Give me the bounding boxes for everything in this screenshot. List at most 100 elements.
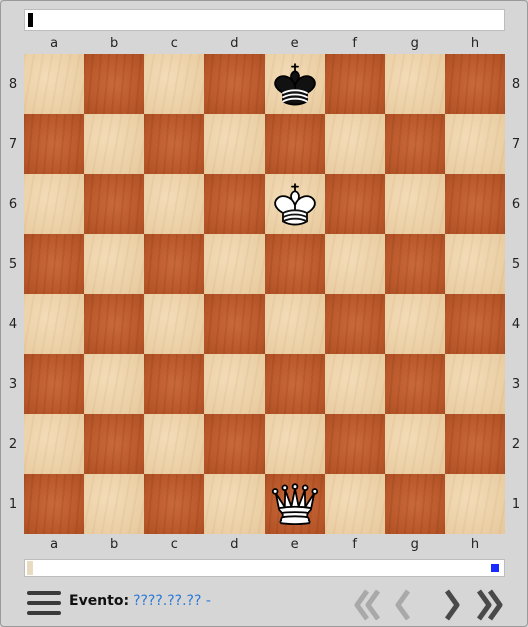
square-g7[interactable] xyxy=(384,114,445,174)
square-f4[interactable] xyxy=(324,294,385,354)
square-d2[interactable] xyxy=(204,414,265,474)
side-to-move-indicator xyxy=(491,564,499,572)
rank-label: 4 xyxy=(8,316,18,332)
square-f3[interactable] xyxy=(324,354,385,414)
square-g1[interactable] xyxy=(384,474,445,534)
rank-label: 5 xyxy=(8,256,18,272)
square-h3[interactable] xyxy=(444,354,505,414)
square-f6[interactable] xyxy=(324,174,385,234)
rank-label: 3 xyxy=(8,376,18,392)
file-label: f xyxy=(352,36,357,51)
square-c8[interactable] xyxy=(144,54,205,114)
square-h5[interactable] xyxy=(444,234,505,294)
square-b7[interactable] xyxy=(84,114,145,174)
square-e6[interactable] xyxy=(264,174,325,234)
square-d3[interactable] xyxy=(204,354,265,414)
file-labels-top: a b c d e f g h xyxy=(24,35,505,53)
rank-label: 5 xyxy=(511,256,521,272)
hamburger-icon[interactable] xyxy=(27,591,61,619)
square-e2[interactable] xyxy=(264,414,325,474)
square-h1[interactable] xyxy=(444,474,505,534)
square-g3[interactable] xyxy=(384,354,445,414)
square-c2[interactable] xyxy=(144,414,205,474)
square-d5[interactable] xyxy=(204,234,265,294)
square-e3[interactable] xyxy=(264,354,325,414)
file-labels-bottom: a b c d e f g h xyxy=(24,536,505,554)
square-c4[interactable] xyxy=(144,294,205,354)
square-a5[interactable] xyxy=(24,234,85,294)
chevron-left-icon[interactable] xyxy=(394,587,412,623)
square-h7[interactable] xyxy=(444,114,505,174)
square-g6[interactable] xyxy=(384,174,445,234)
square-g2[interactable] xyxy=(384,414,445,474)
square-a6[interactable] xyxy=(24,174,85,234)
square-d1[interactable] xyxy=(204,474,265,534)
square-b3[interactable] xyxy=(84,354,145,414)
square-d8[interactable] xyxy=(204,54,265,114)
move-position-marker xyxy=(27,561,33,575)
square-b2[interactable] xyxy=(84,414,145,474)
square-c3[interactable] xyxy=(144,354,205,414)
file-label: h xyxy=(470,36,480,51)
square-e5[interactable] xyxy=(264,234,325,294)
square-c7[interactable] xyxy=(144,114,205,174)
square-b6[interactable] xyxy=(84,174,145,234)
file-label: c xyxy=(170,36,178,51)
file-label: b xyxy=(110,36,119,51)
rank-label: 3 xyxy=(511,376,521,392)
square-a4[interactable] xyxy=(24,294,85,354)
square-g5[interactable] xyxy=(384,234,445,294)
rank-label: 6 xyxy=(8,196,18,212)
double-chevron-right-icon[interactable] xyxy=(475,587,505,623)
square-c5[interactable] xyxy=(144,234,205,294)
square-d7[interactable] xyxy=(204,114,265,174)
square-b4[interactable] xyxy=(84,294,145,354)
white-king-icon[interactable] xyxy=(268,177,322,231)
double-chevron-left-icon[interactable] xyxy=(353,587,383,623)
square-d6[interactable] xyxy=(204,174,265,234)
square-e7[interactable] xyxy=(264,114,325,174)
square-g4[interactable] xyxy=(384,294,445,354)
square-a1[interactable] xyxy=(24,474,85,534)
square-f2[interactable] xyxy=(324,414,385,474)
white-queen-icon[interactable] xyxy=(268,477,322,531)
square-b5[interactable] xyxy=(84,234,145,294)
header-input-bar[interactable] xyxy=(24,9,505,31)
square-c6[interactable] xyxy=(144,174,205,234)
black-king-icon[interactable] xyxy=(268,57,322,111)
square-a2[interactable] xyxy=(24,414,85,474)
event-value-link[interactable]: ????.??.?? - xyxy=(133,593,211,609)
rank-label: 2 xyxy=(511,436,521,452)
square-h6[interactable] xyxy=(444,174,505,234)
rank-label: 8 xyxy=(511,76,521,92)
square-g8[interactable] xyxy=(384,54,445,114)
move-list-bar[interactable] xyxy=(24,559,505,577)
square-c1[interactable] xyxy=(144,474,205,534)
file-label: g xyxy=(410,36,419,51)
chess-board[interactable] xyxy=(24,54,505,534)
square-e4[interactable] xyxy=(264,294,325,354)
rank-label: 8 xyxy=(8,76,18,92)
square-a7[interactable] xyxy=(24,114,85,174)
square-h4[interactable] xyxy=(444,294,505,354)
square-e1[interactable] xyxy=(264,474,325,534)
square-h2[interactable] xyxy=(444,414,505,474)
square-f5[interactable] xyxy=(324,234,385,294)
rank-label: 2 xyxy=(8,436,18,452)
rank-labels-right: 8 7 6 5 4 3 2 1 xyxy=(506,54,526,534)
file-label: h xyxy=(470,537,480,552)
square-a3[interactable] xyxy=(24,354,85,414)
square-e8[interactable] xyxy=(264,54,325,114)
square-h8[interactable] xyxy=(444,54,505,114)
rank-label: 1 xyxy=(8,496,18,512)
square-d4[interactable] xyxy=(204,294,265,354)
square-b1[interactable] xyxy=(84,474,145,534)
square-f1[interactable] xyxy=(324,474,385,534)
square-f8[interactable] xyxy=(324,54,385,114)
square-b8[interactable] xyxy=(84,54,145,114)
text-cursor xyxy=(28,13,33,27)
square-f7[interactable] xyxy=(324,114,385,174)
chevron-right-icon[interactable] xyxy=(443,587,461,623)
square-a8[interactable] xyxy=(24,54,85,114)
file-label: c xyxy=(170,537,178,552)
